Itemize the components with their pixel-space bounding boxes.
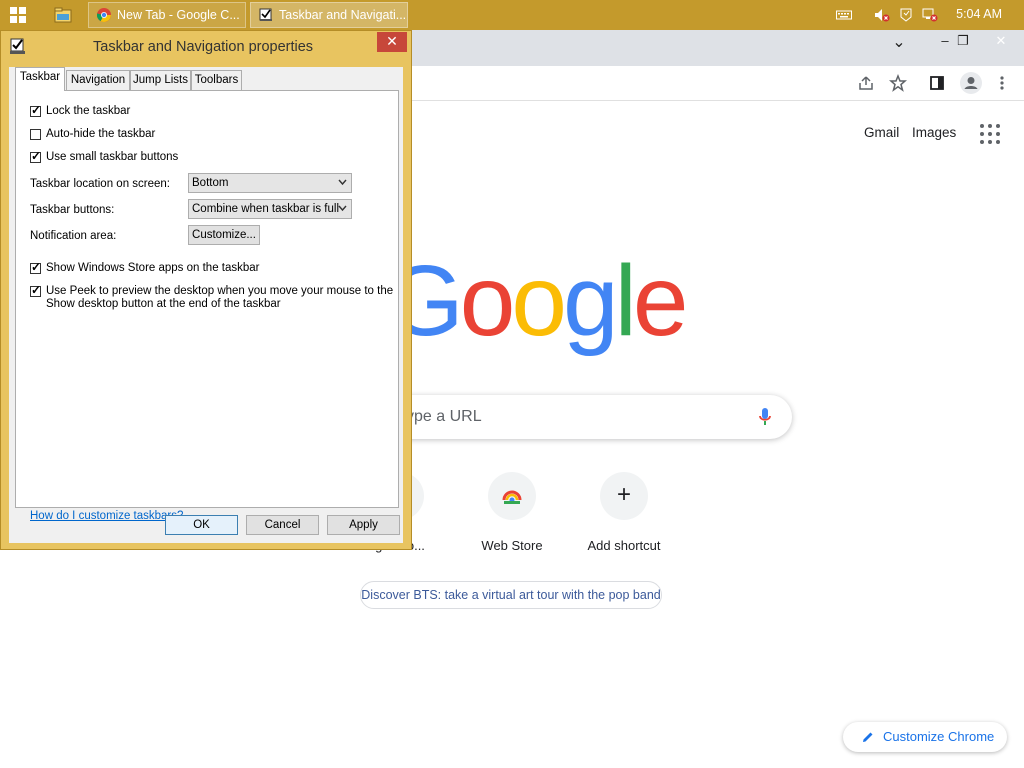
help-link[interactable]: How do I customize taskbars? xyxy=(30,510,183,522)
chrome-toolbar xyxy=(410,66,1024,101)
location-label: Taskbar location on screen: xyxy=(30,178,170,190)
tab-navigation[interactable]: Navigation xyxy=(66,70,130,90)
shortcut-tile-web-store[interactable]: Web Store xyxy=(457,472,567,553)
web-store-icon xyxy=(502,490,522,504)
customize-chrome-button[interactable]: Customize Chrome xyxy=(843,722,1007,752)
select-value: Combine when taskbar is full xyxy=(192,203,340,215)
bookmark-star-icon[interactable] xyxy=(889,74,907,92)
taskbar-tab-panel: Lock the taskbar Auto-hide the taskbar U… xyxy=(15,90,399,522)
taskbar-button-chrome[interactable]: New Tab - Google C... xyxy=(88,2,246,28)
dialog-title: Taskbar and Navigation properties xyxy=(93,39,314,55)
dialog-client: Taskbar Navigation Jump Lists Toolbars L… xyxy=(9,67,403,543)
chrome-tabstrip: ⌄ – ❐ ✕ xyxy=(410,30,1024,66)
taskbar-button-label: New Tab - Google C... xyxy=(117,8,240,22)
promo-link[interactable]: Discover BTS: take a virtual art tour wi… xyxy=(360,581,662,609)
taskbar-buttons-select[interactable]: Combine when taskbar is full xyxy=(188,199,352,219)
images-link[interactable]: Images xyxy=(912,125,956,140)
network-disconnected-icon[interactable] xyxy=(922,8,938,22)
system-clock[interactable]: 5:04 AM xyxy=(956,7,1002,21)
start-button[interactable] xyxy=(10,7,26,23)
shortcut-tile-add[interactable]: + Add shortcut xyxy=(569,472,679,553)
checkbox-label: Auto-hide the taskbar xyxy=(46,128,156,140)
taskbar-button-label: Taskbar and Navigati... xyxy=(279,8,407,22)
chrome-icon xyxy=(97,8,111,22)
checkbox-box[interactable] xyxy=(30,150,41,163)
checkbox-label: Use Peek to preview the desktop when you… xyxy=(46,285,394,297)
action-center-icon[interactable] xyxy=(898,8,914,22)
logo-letter: g xyxy=(563,245,619,357)
tab-taskbar[interactable]: Taskbar xyxy=(15,67,65,91)
taskbar-properties-icon xyxy=(10,38,25,54)
volume-muted-icon[interactable] xyxy=(874,8,890,22)
tab-jump-lists[interactable]: Jump Lists xyxy=(130,70,191,90)
tab-search-chevron-icon[interactable]: ⌄ xyxy=(876,32,922,56)
pencil-icon xyxy=(863,732,873,742)
shortcut-icon-circle xyxy=(488,472,536,520)
shortcut-label: Web Store xyxy=(481,538,543,553)
shortcut-label: Add shortcut xyxy=(587,538,661,553)
logo-letter: o xyxy=(459,245,516,357)
microphone-icon[interactable] xyxy=(758,407,772,427)
checkbox-box[interactable] xyxy=(30,261,41,274)
taskbar-location-select[interactable]: Bottom xyxy=(188,173,352,193)
logo-letter: l xyxy=(614,245,637,357)
checkbox-box[interactable] xyxy=(30,104,41,117)
logo-letter: e xyxy=(632,245,689,357)
checkbox-label: Use small taskbar buttons xyxy=(46,151,179,163)
apply-button[interactable]: Apply xyxy=(327,515,400,535)
logo-letter: o xyxy=(511,245,567,357)
taskbar-properties-icon xyxy=(259,8,272,21)
chevron-down-icon xyxy=(338,179,347,186)
profile-avatar-icon[interactable] xyxy=(960,72,982,94)
ok-button[interactable]: OK xyxy=(165,515,238,535)
buttons-label: Taskbar buttons: xyxy=(30,204,115,216)
keyboard-icon[interactable] xyxy=(836,8,852,22)
checkbox-box[interactable] xyxy=(30,129,41,140)
share-icon[interactable] xyxy=(857,74,875,92)
shortcut-icon-circle: + xyxy=(600,472,648,520)
chevron-down-icon xyxy=(338,205,347,212)
tab-toolbars[interactable]: Toolbars xyxy=(191,70,242,90)
cancel-button[interactable]: Cancel xyxy=(246,515,319,535)
file-explorer-icon[interactable] xyxy=(54,6,72,24)
windows-taskbar: New Tab - Google C... Taskbar and Naviga… xyxy=(0,0,1024,30)
checkbox-box[interactable] xyxy=(30,284,41,297)
taskbar-properties-dialog: Taskbar and Navigation properties ✕ Task… xyxy=(0,30,412,550)
google-logo: Google xyxy=(386,245,689,357)
notification-label: Notification area: xyxy=(30,230,117,242)
search-placeholder: ype a URL xyxy=(406,408,482,425)
checkbox-label-continued: Show desktop button at the end of the ta… xyxy=(46,298,281,310)
dialog-close-button[interactable]: ✕ xyxy=(377,32,407,52)
taskbar-button-properties[interactable]: Taskbar and Navigati... xyxy=(250,2,408,28)
chrome-menu-icon[interactable] xyxy=(993,74,1011,92)
gmail-link[interactable]: Gmail xyxy=(864,125,899,140)
checkbox-label: Show Windows Store apps on the taskbar xyxy=(46,262,260,274)
side-panel-icon[interactable] xyxy=(928,74,946,92)
chrome-close-button[interactable]: ✕ xyxy=(978,30,1024,54)
add-icon: + xyxy=(616,481,631,508)
customize-button[interactable]: Customize... xyxy=(188,225,260,245)
checkbox-label: Lock the taskbar xyxy=(46,105,131,117)
google-apps-icon[interactable] xyxy=(980,124,1000,144)
customize-chrome-label: Customize Chrome xyxy=(883,729,995,744)
dialog-title-bar[interactable]: Taskbar and Navigation properties ✕ xyxy=(1,31,411,63)
select-value: Bottom xyxy=(192,177,229,189)
